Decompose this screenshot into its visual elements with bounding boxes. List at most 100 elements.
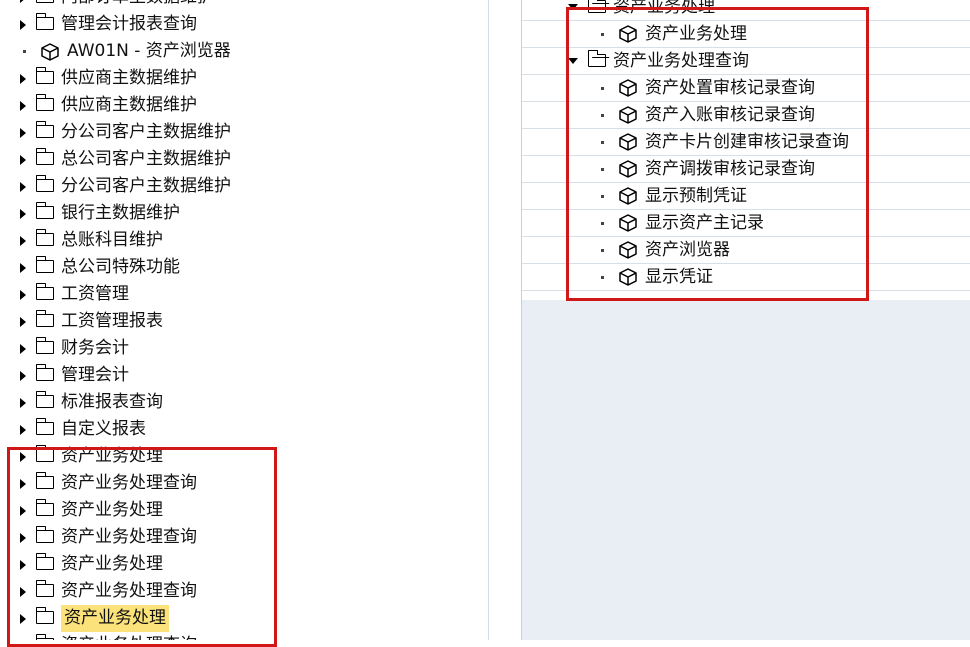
tree-item-label: 总公司特殊功能 [61,257,180,277]
right-navigation-tree: 资产业务处理 资产业务处理资产业务处理查询资产处置审核记录查询资产入账审核记录查询… [522,0,970,300]
left_tree-item[interactable]: 管理会计 [0,362,129,389]
folder-icon [35,445,54,462]
tree-item-label: 资产业务处理查询 [613,50,749,71]
folder-icon [35,256,54,273]
expand-arrow-icon[interactable] [20,208,26,219]
left_tree-item[interactable]: 资产业务处理 [0,443,163,470]
right_tree-item[interactable]: 显示凭证 [522,264,970,291]
left_tree-item[interactable]: AW01N - 资产浏览器 [0,38,231,65]
expand-arrow-icon[interactable] [20,19,26,30]
folder-icon [36,0,54,3]
left_tree-item[interactable]: 工资管理 [0,281,129,308]
folder-icon [35,175,54,192]
expand-arrow-icon[interactable] [20,613,26,624]
left_tree-item[interactable]: 分公司客户主数据维护 [0,173,231,200]
left_tree-item[interactable]: 总公司特殊功能 [0,254,180,281]
right_tree-item[interactable]: 显示预制凭证 [522,183,970,210]
right_tree-item[interactable]: 资产业务处理查询 [522,48,970,75]
expand-arrow-icon[interactable] [20,0,26,3]
tree-item-label: 内部订单主数据维护 [61,0,214,11]
expand-arrow-icon[interactable] [20,559,26,570]
right_tree-item[interactable]: 资产业务处理 [522,0,970,21]
left_tree-item[interactable]: 资产业务处理 [0,605,169,632]
tree-item-label: 资产业务处理查询 [61,527,197,547]
right_tree-item[interactable]: 资产处置审核记录查询 [522,75,970,102]
expand-arrow-icon[interactable] [20,154,26,165]
right_tree-item[interactable]: 资产调拨审核记录查询 [522,156,970,183]
folder-icon [35,202,54,219]
left_tree-item[interactable]: 资产业务处理查询 [0,632,197,640]
right_tree-item[interactable]: 显示资产主记录 [522,210,970,237]
transaction-cube-icon [618,78,638,98]
leaf-bullet-icon [23,50,26,53]
expand-arrow-icon[interactable] [20,505,26,516]
leaf-bullet-icon [601,140,604,144]
transaction-cube-icon [618,105,638,125]
expand-arrow-icon[interactable] [20,100,26,111]
expand-arrow-icon[interactable] [20,478,26,489]
expand-arrow-icon[interactable] [20,73,26,84]
expand-arrow-icon[interactable] [20,370,26,381]
left_tree-item[interactable]: 资产业务处理 [0,551,163,578]
expand-arrow-icon[interactable] [20,316,26,327]
tree-item-label: 标准报表查询 [61,392,163,412]
right_tree-item[interactable]: 资产卡片创建审核记录查询 [522,129,970,156]
right_tree-item[interactable]: 资产入账审核记录查询 [522,102,970,129]
leaf-bullet-icon [601,86,604,90]
leaf-bullet-icon [601,275,604,279]
tree-item-label: 资产业务处理 [645,23,747,44]
right_tree-item[interactable]: 资产业务处理 [522,21,970,48]
left_tree-item[interactable]: 资产业务处理查询 [0,578,197,605]
left-navigation-tree: 内部订单主数据维护管理会计报表查询 AW01N - 资产浏览器供应商主数据维护供应… [0,0,489,640]
left_tree-item[interactable]: 资产业务处理查询 [0,524,197,551]
left_tree-item[interactable]: 总账科目维护 [0,227,163,254]
folder-icon [35,283,54,300]
left_tree-item[interactable]: 银行主数据维护 [0,200,180,227]
expand-arrow-icon[interactable] [20,586,26,597]
expand-arrow-icon[interactable] [20,181,26,192]
left_tree-item[interactable]: 工资管理报表 [0,308,163,335]
transaction-cube-icon [618,213,638,233]
left_tree-item[interactable]: 管理会计报表查询 [0,11,197,38]
left_tree-item[interactable]: 内部订单主数据维护 [0,0,214,11]
folder-icon [35,121,54,138]
left_tree-item[interactable]: 供应商主数据维护 [0,92,197,119]
expand-arrow-icon[interactable] [20,262,26,273]
transaction-cube-icon [618,240,638,260]
pane-splitter[interactable] [489,0,519,640]
tree-item-label: 资产处置审核记录查询 [645,77,815,98]
tree-item-label: 资产业务处理查询 [61,632,197,640]
leaf-bullet-icon [601,167,604,171]
left_tree-item[interactable]: 财务会计 [0,335,129,362]
expand-arrow-icon[interactable] [20,343,26,354]
collapse-arrow-icon[interactable] [568,4,578,10]
left_tree-item[interactable]: 自定义报表 [0,416,146,443]
expand-arrow-icon[interactable] [20,235,26,246]
leaf-bullet-icon [601,32,604,36]
left_tree-item[interactable]: 标准报表查询 [0,389,163,416]
expand-arrow-icon[interactable] [20,127,26,138]
right_tree-item[interactable]: 资产浏览器 [522,237,970,264]
left_tree-item[interactable]: 供应商主数据维护 [0,65,197,92]
expand-arrow-icon[interactable] [20,289,26,300]
tree-item-label: 总公司客户主数据维护 [61,149,231,169]
tree-item-label: 分公司客户主数据维护 [61,122,231,142]
expand-arrow-icon[interactable] [20,532,26,543]
collapse-arrow-icon[interactable] [568,58,578,64]
leaf-bullet-icon [601,248,604,252]
folder-icon [35,13,54,30]
folder-icon [35,337,54,354]
tree-item-label: 工资管理 [61,284,129,304]
left_tree-item[interactable]: 资产业务处理查询 [0,470,197,497]
left_tree-item[interactable]: 资产业务处理 [0,497,163,524]
tree-item-label: 资产业务处理查询 [61,473,197,493]
left_tree-item[interactable]: 总公司客户主数据维护 [0,146,231,173]
left_tree-item[interactable]: 分公司客户主数据维护 [0,119,231,146]
expand-arrow-icon[interactable] [20,424,26,435]
expand-arrow-icon[interactable] [20,451,26,462]
open-folder-icon [587,49,606,67]
leaf-bullet-icon [601,194,604,198]
tree-item-label: 供应商主数据维护 [61,95,197,115]
expand-arrow-icon[interactable] [20,397,26,408]
folder-icon [35,553,54,570]
